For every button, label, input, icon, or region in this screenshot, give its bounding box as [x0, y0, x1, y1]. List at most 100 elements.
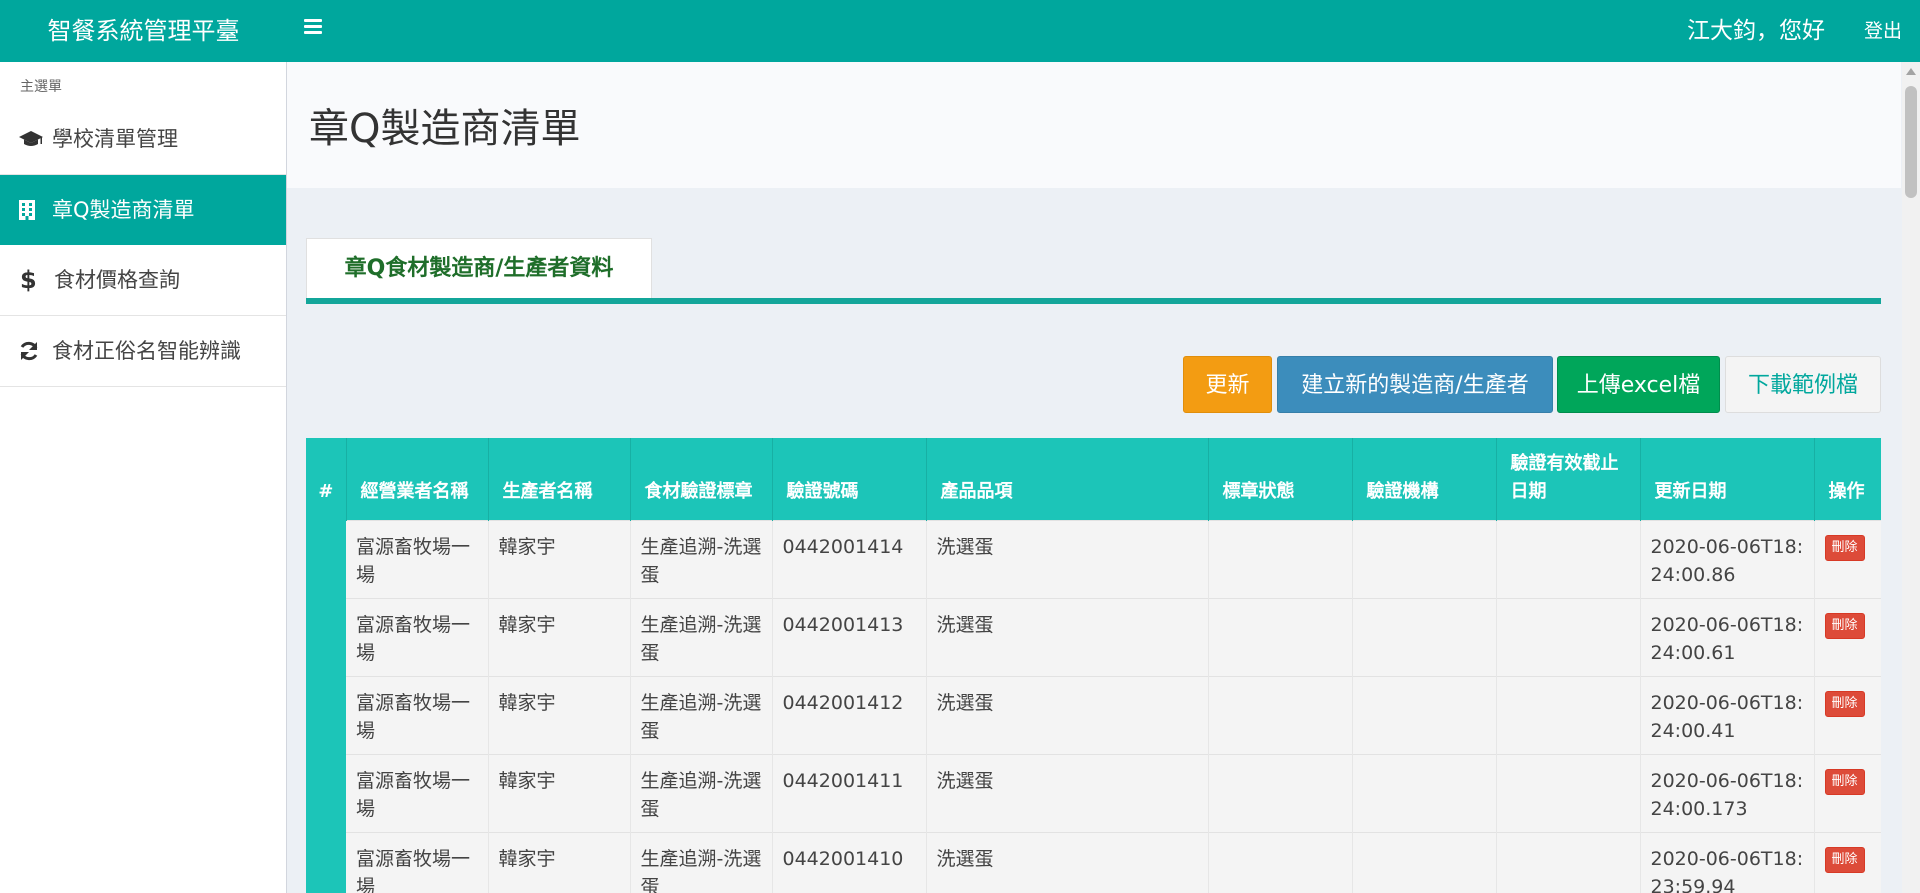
- dollar-icon: $: [20, 266, 37, 294]
- tab-manufacturer-data[interactable]: 章Q食材製造商/生產者資料: [306, 238, 652, 298]
- operator-cell: 富源畜牧場一場: [346, 754, 489, 833]
- agency-cell: [1352, 754, 1497, 833]
- column-header: 操作: [1814, 438, 1881, 521]
- scroll-up-arrow-icon[interactable]: [1906, 68, 1916, 75]
- app-title[interactable]: 智餐系統管理平臺: [0, 0, 287, 62]
- delete-button[interactable]: 刪除: [1824, 535, 1865, 561]
- producer-cell: 韓家宇: [488, 598, 631, 677]
- column-header[interactable]: 產品品項: [926, 438, 1209, 521]
- sidebar-item-label: 學校清單管理: [52, 127, 178, 151]
- actions-cell: 刪除: [1814, 754, 1881, 833]
- expiry-cell: [1496, 754, 1641, 833]
- status-cell: [1208, 676, 1353, 755]
- column-header[interactable]: 驗證有效截止日期: [1496, 438, 1641, 521]
- updated-cell: 2020-06-06T18:24:00.173: [1640, 754, 1815, 833]
- status-cell: [1208, 832, 1353, 893]
- column-header[interactable]: 更新日期: [1640, 438, 1815, 521]
- expiry-cell: [1496, 598, 1641, 677]
- cert-number-cell: 0442001411: [772, 754, 927, 833]
- scrollbar-thumb[interactable]: [1905, 86, 1917, 198]
- user-greeting: 江大鈞，您好: [1687, 18, 1825, 44]
- label-cell: 生產追溯-洗選蛋: [630, 754, 773, 833]
- table-header-row: # 經營業者名稱 生產者名稱 食材驗證標章 驗證號碼 產品品項 標章狀態 驗證機…: [306, 438, 1881, 521]
- column-header[interactable]: 標章狀態: [1208, 438, 1353, 521]
- upload-excel-button[interactable]: 上傳excel檔: [1557, 356, 1720, 413]
- expiry-cell: [1496, 832, 1641, 893]
- sidebar-item-price-query[interactable]: $ 食材價格查詢: [0, 245, 286, 316]
- column-header[interactable]: 經營業者名稱: [346, 438, 489, 521]
- logout-link[interactable]: 登出: [1864, 0, 1902, 62]
- actions-cell: 刪除: [1814, 832, 1881, 893]
- content-header: 章Q製造商清單: [287, 62, 1901, 188]
- operator-cell: 富源畜牧場一場: [346, 520, 489, 599]
- column-header[interactable]: 生產者名稱: [488, 438, 631, 521]
- row-number-cell: [306, 520, 346, 599]
- table-row: 富源畜牧場一場 韓家宇 生產追溯-洗選蛋 0442001412 洗選蛋 2020…: [306, 676, 1881, 755]
- operator-cell: 富源畜牧場一場: [346, 832, 489, 893]
- status-cell: [1208, 754, 1353, 833]
- top-navbar: 智餐系統管理平臺 江大鈞，您好 登出: [0, 0, 1920, 62]
- label-cell: 生產追溯-洗選蛋: [630, 520, 773, 599]
- manufacturer-table-container: # 經營業者名稱 生產者名稱 食材驗證標章 驗證號碼 產品品項 標章狀態 驗證機…: [306, 438, 1881, 893]
- sidebar-item-label: 章Q製造商清單: [52, 198, 195, 222]
- sidebar-item-manufacturer-list[interactable]: 章Q製造商清單: [0, 175, 286, 245]
- cert-number-cell: 0442001410: [772, 832, 927, 893]
- actions-cell: 刪除: [1814, 520, 1881, 599]
- status-cell: [1208, 520, 1353, 599]
- expiry-cell: [1496, 520, 1641, 599]
- delete-button[interactable]: 刪除: [1824, 691, 1865, 717]
- operator-cell: 富源畜牧場一場: [346, 676, 489, 755]
- cert-number-cell: 0442001412: [772, 676, 927, 755]
- tab-underline: [306, 298, 1881, 304]
- delete-button[interactable]: 刪除: [1824, 847, 1865, 873]
- cert-number-cell: 0442001414: [772, 520, 927, 599]
- label-cell: 生產追溯-洗選蛋: [630, 832, 773, 893]
- column-header[interactable]: 食材驗證標章: [630, 438, 773, 521]
- updated-cell: 2020-06-06T18:24:00.61: [1640, 598, 1815, 677]
- updated-cell: 2020-06-06T18:24:00.41: [1640, 676, 1815, 755]
- row-number-cell: [306, 832, 346, 893]
- sidebar-item-label: 食材正俗名智能辨識: [52, 339, 241, 363]
- page-title: 章Q製造商清單: [309, 106, 581, 152]
- sidebar: 主選單 學校清單管理 章Q製造商清單 $ 食材價格查詢 食材正俗名智能辨識: [0, 62, 287, 893]
- product-cell: 洗選蛋: [926, 754, 1209, 833]
- graduation-cap-icon: [18, 129, 52, 149]
- expiry-cell: [1496, 676, 1641, 755]
- table-row: 富源畜牧場一場 韓家宇 生產追溯-洗選蛋 0442001410 洗選蛋 2020…: [306, 832, 1881, 893]
- sidebar-item-label: 食材價格查詢: [54, 268, 180, 292]
- row-number-cell: [306, 676, 346, 755]
- table-row: 富源畜牧場一場 韓家宇 生產追溯-洗選蛋 0442001414 洗選蛋 2020…: [306, 520, 1881, 599]
- column-header[interactable]: #: [306, 438, 347, 521]
- delete-button[interactable]: 刪除: [1824, 613, 1865, 639]
- sidebar-item-ingredient-recognition[interactable]: 食材正俗名智能辨識: [0, 316, 286, 387]
- refresh-icon: [18, 340, 52, 362]
- hamburger-menu-icon[interactable]: [304, 19, 322, 35]
- producer-cell: 韓家宇: [488, 520, 631, 599]
- operator-cell: 富源畜牧場一場: [346, 598, 489, 677]
- manufacturer-table: # 經營業者名稱 生產者名稱 食材驗證標章 驗證號碼 產品品項 標章狀態 驗證機…: [306, 438, 1881, 893]
- column-header[interactable]: 驗證機構: [1352, 438, 1497, 521]
- page-scrollbar[interactable]: [1902, 62, 1920, 893]
- delete-button[interactable]: 刪除: [1824, 769, 1865, 795]
- agency-cell: [1352, 520, 1497, 599]
- column-header[interactable]: 驗證號碼: [772, 438, 927, 521]
- table-row: 富源畜牧場一場 韓家宇 生產追溯-洗選蛋 0442001413 洗選蛋 2020…: [306, 598, 1881, 677]
- agency-cell: [1352, 598, 1497, 677]
- agency-cell: [1352, 676, 1497, 755]
- update-button[interactable]: 更新: [1183, 356, 1272, 413]
- updated-cell: 2020-06-06T18:23:59.94: [1640, 832, 1815, 893]
- row-number-cell: [306, 754, 346, 833]
- product-cell: 洗選蛋: [926, 598, 1209, 677]
- building-icon: [18, 199, 52, 221]
- row-number-cell: [306, 598, 346, 677]
- status-cell: [1208, 598, 1353, 677]
- label-cell: 生產追溯-洗選蛋: [630, 676, 773, 755]
- create-manufacturer-button[interactable]: 建立新的製造商/生產者: [1277, 356, 1553, 413]
- producer-cell: 韓家宇: [488, 832, 631, 893]
- sidebar-item-school-list[interactable]: 學校清單管理: [0, 104, 286, 175]
- producer-cell: 韓家宇: [488, 676, 631, 755]
- cert-number-cell: 0442001413: [772, 598, 927, 677]
- sidebar-header: 主選單: [20, 79, 62, 95]
- download-sample-button[interactable]: 下載範例檔: [1725, 356, 1881, 413]
- product-cell: 洗選蛋: [926, 520, 1209, 599]
